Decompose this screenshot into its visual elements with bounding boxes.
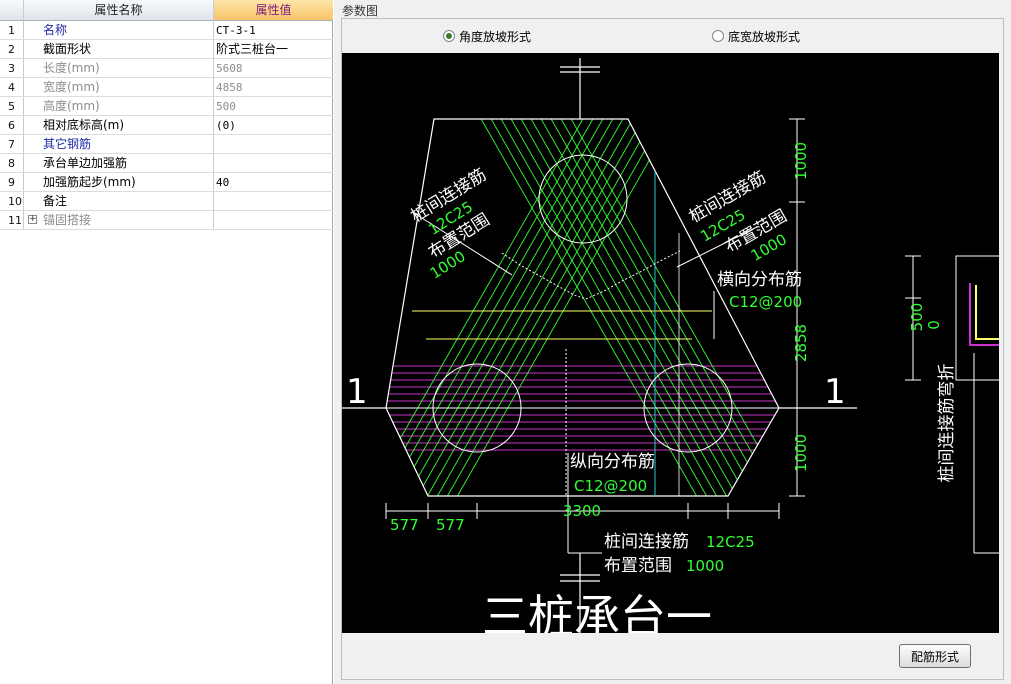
drawing-svg: 1000 2858 1000 577 577 3300 1 1 桩间连接筋 12… — [342, 58, 999, 633]
pile-top — [538, 154, 628, 244]
row-value[interactable]: CT-3-1 — [214, 21, 333, 39]
dim-middle: 2858 — [792, 324, 810, 362]
radio-unchecked-icon — [712, 30, 724, 42]
row-value[interactable] — [214, 192, 333, 210]
row-name: 其它钢筋 — [24, 135, 214, 153]
longitudinal-bar-spec: C12@200 — [574, 477, 647, 495]
top-axis-mark — [560, 58, 600, 119]
row-name: 备注 — [24, 192, 214, 210]
longitudinal-bar-label: 纵向分布筋 — [570, 452, 655, 472]
row-value[interactable]: (0) — [214, 116, 333, 134]
grid-row[interactable]: 11 + 锚固搭接 — [0, 211, 333, 230]
row-value[interactable] — [214, 211, 333, 229]
row-value[interactable]: 4858 — [214, 78, 333, 96]
section-marker-left: 1 — [346, 372, 368, 412]
radio-angle-slope[interactable]: 角度放坡形式 — [443, 29, 531, 45]
row-number: 4 — [0, 78, 24, 96]
radio-angle-label: 角度放坡形式 — [459, 30, 532, 44]
bottom-link-label: 桩间连接筋 — [604, 532, 689, 552]
row-number: 10 — [0, 192, 24, 210]
row-name: 高度(mm) — [24, 97, 214, 115]
row-number: 3 — [0, 59, 24, 77]
dim-edge-right: 577 — [436, 516, 465, 534]
row-number: 7 — [0, 135, 24, 153]
row-number: 9 — [0, 173, 24, 191]
row-name-label: 锚固搭接 — [43, 213, 92, 227]
radio-width-label: 底宽放坡形式 — [728, 30, 801, 44]
rebar-form-button[interactable]: 配筋形式 — [899, 644, 971, 668]
grid-row[interactable]: 10 备注 — [0, 192, 333, 211]
header-num — [0, 0, 24, 21]
grid-row[interactable]: 7 其它钢筋 — [0, 135, 333, 154]
dim-bottom: 1000 — [792, 434, 810, 472]
row-name: + 锚固搭接 — [24, 211, 214, 229]
row-name: 相对底标高(m) — [24, 116, 214, 134]
dim-top: 1000 — [792, 142, 810, 180]
row-number: 11 — [0, 211, 24, 229]
grid-row[interactable]: 2 截面形状 阶式三桩台一 — [0, 40, 333, 59]
grid-row[interactable]: 9 加强筋起步(mm) 40 — [0, 173, 333, 192]
dim-width: 3300 — [563, 502, 601, 520]
panel-title: 参数图 — [342, 4, 379, 18]
row-number: 6 — [0, 116, 24, 134]
grid-row[interactable]: 1 名称 CT-3-1 — [0, 21, 333, 40]
row-name: 截面形状 — [24, 40, 214, 58]
bend-bar-yellow — [975, 285, 999, 340]
cap-outline — [385, 118, 780, 497]
grid-row[interactable]: 8 承台单边加强筋 — [0, 154, 333, 173]
radio-checked-icon — [443, 30, 455, 42]
bottom-range-label: 布置范围 — [604, 556, 672, 576]
panel-frame: 角度放坡形式 底宽放坡形式 1000 2858 1000 577 577 330… — [341, 18, 1004, 680]
dim-0: 0 — [925, 320, 943, 330]
bend-label: 桩间连接筋弯折 — [937, 364, 957, 483]
left-labels: 桩间连接筋 12C25 布置范围 1000 — [407, 165, 493, 283]
drawing-title: 三桩承台一 — [482, 590, 712, 633]
row-value[interactable]: 500 — [214, 97, 333, 115]
row-name: 宽度(mm) — [24, 78, 214, 96]
header-name: 属性名称 — [24, 0, 214, 21]
expand-plus-icon[interactable]: + — [28, 215, 37, 224]
grid-row[interactable]: 4 宽度(mm) 4858 — [0, 78, 333, 97]
row-number: 2 — [0, 40, 24, 58]
dim-500: 500 — [908, 303, 926, 332]
transverse-bar-label: 横向分布筋 — [717, 270, 802, 290]
parameter-panel: 参数图 角度放坡形式 底宽放坡形式 1000 2858 1000 577 577… — [334, 0, 1011, 684]
dim-edge-left: 577 — [390, 516, 419, 534]
row-value[interactable]: 40 — [214, 173, 333, 191]
row-value[interactable]: 阶式三桩台一 — [214, 40, 333, 58]
bottom-link-spec: 12C25 — [706, 533, 755, 551]
grid-row[interactable]: 3 长度(mm) 5608 — [0, 59, 333, 78]
radio-width-slope[interactable]: 底宽放坡形式 — [712, 29, 800, 45]
row-name: 名称 — [24, 21, 214, 39]
property-grid: 属性名称 属性值 1 名称 CT-3-1 2 截面形状 阶式三桩台一 3 长度(… — [0, 0, 333, 684]
bottom-range-value: 1000 — [686, 557, 724, 575]
header-value: 属性值 — [214, 0, 333, 21]
transverse-bar-spec: C12@200 — [729, 293, 802, 311]
row-value[interactable] — [214, 154, 333, 172]
row-value[interactable]: 5608 — [214, 59, 333, 77]
row-name: 承台单边加强筋 — [24, 154, 214, 172]
bend-bar-magenta — [969, 283, 999, 346]
parameter-drawing: 1000 2858 1000 577 577 3300 1 1 桩间连接筋 12… — [342, 53, 999, 633]
section-marker-right: 1 — [824, 372, 846, 412]
row-name: 长度(mm) — [24, 59, 214, 77]
right-labels: 桩间连接筋 12C25 布置范围 1000 — [686, 168, 791, 265]
grid-row[interactable]: 6 相对底标高(m) (0) — [0, 116, 333, 135]
grid-row[interactable]: 5 高度(mm) 500 — [0, 97, 333, 116]
row-number: 1 — [0, 21, 24, 39]
row-number: 8 — [0, 154, 24, 172]
row-value[interactable] — [214, 135, 333, 153]
row-number: 5 — [0, 97, 24, 115]
row-name: 加强筋起步(mm) — [24, 173, 214, 191]
